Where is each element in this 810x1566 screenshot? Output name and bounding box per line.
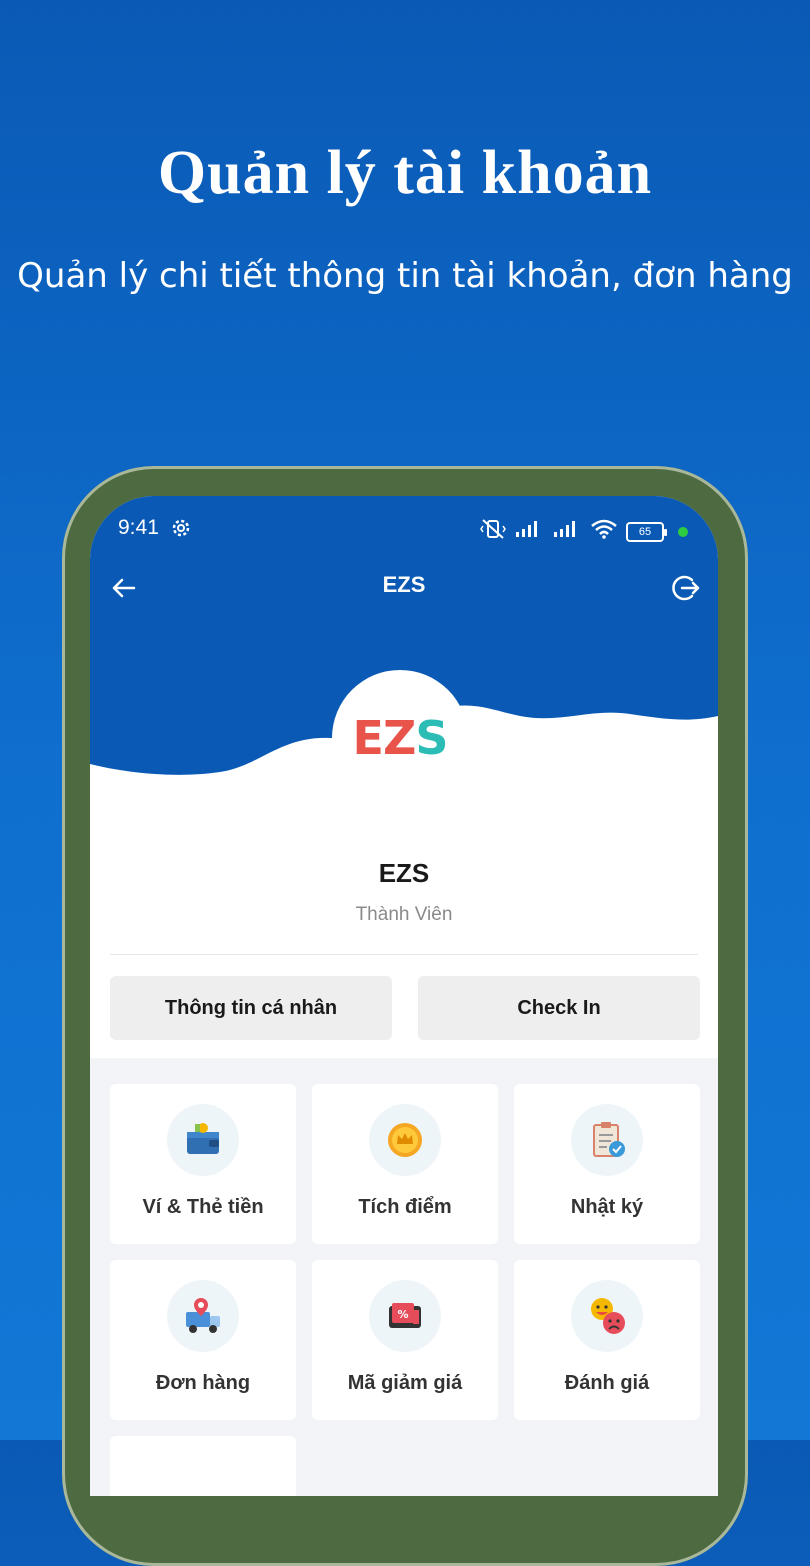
mute-vibrate-icon — [480, 518, 506, 545]
voucher-icon: % — [369, 1280, 441, 1352]
menu-tile-label: Đơn hàng — [155, 1372, 251, 1394]
menu-tile-voucher[interactable]: % Mã giảm giá — [312, 1260, 498, 1420]
menu-tile-partial — [110, 1436, 296, 1496]
menu-tile-wallet[interactable]: Ví & Thẻ tiền — [110, 1084, 296, 1244]
logo-letter-s: S — [415, 711, 448, 765]
menu-tile-label: Ví & Thẻ tiền — [142, 1196, 264, 1218]
svg-text:%: % — [397, 1308, 408, 1321]
wallet-icon — [167, 1104, 239, 1176]
logo-letter-e: E — [352, 711, 384, 765]
delivery-truck-icon — [167, 1280, 239, 1352]
status-icons: 65 — [480, 518, 688, 545]
emoji-rating-icon — [571, 1280, 643, 1352]
logout-icon[interactable] — [670, 572, 702, 604]
menu-tile-points[interactable]: Tích điểm — [312, 1084, 498, 1244]
battery-icon: 65 — [626, 521, 667, 542]
profile-role: Thành Viên — [355, 904, 453, 925]
personal-info-button[interactable]: Thông tin cá nhân — [110, 976, 392, 1040]
status-time: 9:41 — [118, 516, 159, 539]
active-dot-icon — [678, 526, 688, 537]
status-bar: 9:41 65 — [90, 516, 718, 546]
nav-title: EZS — [382, 572, 426, 597]
clipboard-icon — [571, 1104, 643, 1176]
profile-card: EZS Thành Viên Thông tin cá nhân Check I… — [90, 786, 718, 1058]
phone-screen: 9:41 65 EZS EZS EZS Thành Viên Thông tin… — [90, 496, 718, 1496]
menu-tile-label: Mã giảm giá — [347, 1372, 463, 1394]
signal-icon — [552, 519, 582, 544]
wifi-icon — [590, 519, 618, 544]
menu-tile-label: Tích điểm — [358, 1196, 452, 1218]
brand-logo: EZS — [353, 715, 449, 761]
promo-title: Quản lý tài khoản — [157, 139, 653, 207]
profile-name: EZS — [378, 858, 430, 888]
menu-tile-rating[interactable]: Đánh giá — [514, 1260, 700, 1420]
logo-letter-z: Z — [382, 711, 416, 765]
menu-tile-label: Đánh giá — [564, 1372, 650, 1394]
divider — [110, 954, 698, 955]
menu-tile-diary[interactable]: Nhật ký — [514, 1084, 700, 1244]
gear-icon — [170, 517, 192, 544]
coin-icon — [369, 1104, 441, 1176]
promo-subtitle: Quản lý chi tiết thông tin tài khoản, đơ… — [17, 256, 793, 296]
check-in-button[interactable]: Check In — [418, 976, 700, 1040]
signal-icon — [514, 519, 544, 544]
menu-tile-orders[interactable]: Đơn hàng — [110, 1260, 296, 1420]
menu-tile-label: Nhật ký — [570, 1196, 644, 1218]
